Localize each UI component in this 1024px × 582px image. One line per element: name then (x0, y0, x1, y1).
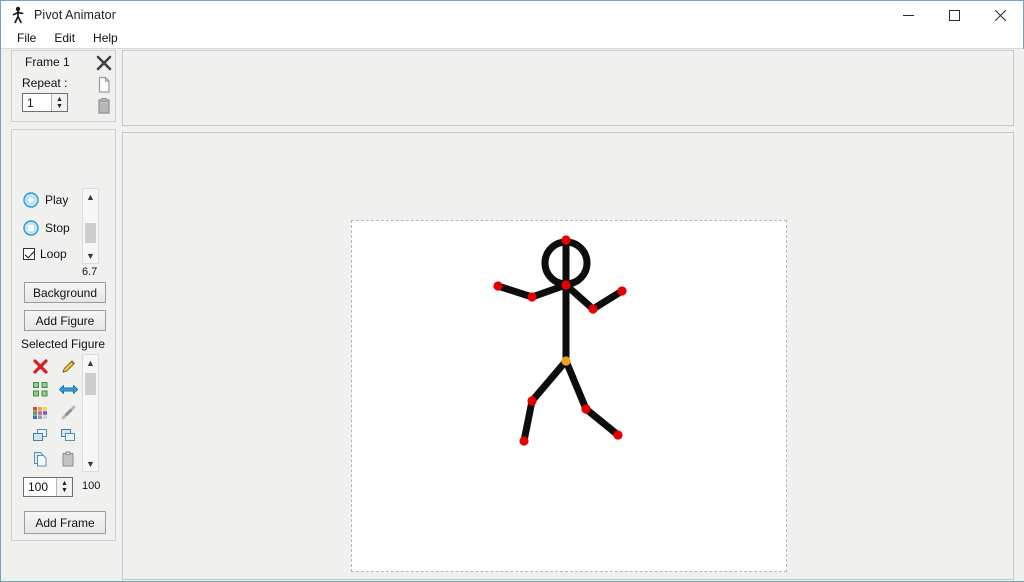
chevron-up-icon: ▲ (61, 480, 68, 487)
paste-figure-icon[interactable] (54, 447, 82, 470)
chevron-down-icon: ▼ (56, 102, 63, 110)
chevron-down-icon[interactable]: ▼ (83, 248, 98, 263)
window-controls (885, 1, 1023, 29)
checkbox-checked-icon (23, 248, 35, 260)
selected-figure-label: Selected Figure (21, 337, 106, 351)
speed-value: 6.7 (82, 266, 98, 278)
figure-bone (582, 405, 622, 439)
loop-checkbox[interactable]: Loop (23, 247, 67, 261)
chevron-down-icon: ▼ (61, 487, 68, 494)
frame-label: Frame 1 (25, 55, 70, 69)
figure-scale-input[interactable] (24, 479, 56, 495)
control-panel: Play Stop Loop ▲ ▼ 6.7 Background Add Fi… (11, 129, 116, 541)
figure-bone (562, 281, 597, 313)
chevron-down-icon[interactable]: ▼ (83, 456, 98, 471)
figure-scale-stepper[interactable]: ▲ ▼ (23, 477, 73, 497)
app-window: Pivot Animator File Edit Help Frame 1 Re… (0, 0, 1024, 582)
figure-bone (589, 287, 626, 313)
speed-scrollbar[interactable]: ▲ ▼ (82, 188, 99, 264)
send-to-back-icon[interactable] (54, 424, 82, 447)
stop-button[interactable]: Stop (23, 220, 70, 236)
stop-label: Stop (45, 221, 70, 235)
main-body: Frame 1 Repeat : ▲ ▼ (2, 49, 1024, 581)
delete-figure-icon[interactable] (26, 355, 54, 378)
frame-panel: Frame 1 Repeat : ▲ ▼ (11, 50, 116, 122)
minimize-button[interactable] (885, 1, 931, 29)
animation-stage[interactable] (351, 220, 787, 572)
title-bar: Pivot Animator (1, 1, 1023, 29)
figure-joint-left-foot[interactable] (519, 436, 529, 446)
figure-joint-left-knee[interactable] (527, 396, 537, 406)
bring-to-front-icon[interactable] (26, 424, 54, 447)
stop-circle-icon (23, 220, 39, 236)
window-title: Pivot Animator (34, 8, 116, 22)
figure-scale-scrollbar[interactable]: ▲ ▼ (82, 354, 99, 472)
add-figure-button[interactable]: Add Figure (24, 310, 106, 331)
figure-scale-readout: 100 (82, 480, 101, 492)
chevron-up-icon: ▲ (56, 95, 63, 103)
figure-bone (520, 397, 536, 445)
chevron-up-icon[interactable]: ▲ (83, 189, 98, 204)
background-button[interactable]: Background (24, 282, 106, 303)
figure-joint-neck[interactable] (561, 280, 571, 290)
menu-edit[interactable]: Edit (45, 29, 84, 48)
figure-joint-right-hand[interactable] (617, 286, 627, 296)
close-button[interactable] (977, 1, 1023, 29)
canvas-region[interactable] (122, 132, 1014, 580)
paste-frame-icon[interactable] (96, 97, 112, 115)
menu-bar: File Edit Help (1, 29, 1023, 49)
figure-bone (562, 357, 590, 413)
add-frame-button[interactable]: Add Frame (24, 511, 106, 534)
menu-file[interactable]: File (8, 29, 45, 48)
figure-joint-right-foot[interactable] (613, 430, 623, 440)
flip-figure-icon[interactable] (54, 378, 82, 401)
figure-bone (494, 282, 536, 301)
figure-joint-right-knee[interactable] (581, 404, 591, 414)
figure-color-icon[interactable] (26, 401, 54, 424)
copy-frame-icon[interactable] (96, 76, 112, 94)
figure-joint-left-hand[interactable] (493, 281, 503, 291)
duplicate-figure-icon[interactable] (26, 378, 54, 401)
maximize-button[interactable] (931, 1, 977, 29)
figure-scale-stepper-arrows[interactable]: ▲ ▼ (56, 478, 72, 496)
stickman-icon (10, 6, 26, 24)
edit-figure-icon[interactable] (54, 355, 82, 378)
repeat-stepper-arrows[interactable]: ▲ ▼ (51, 94, 67, 111)
repeat-input[interactable] (23, 94, 51, 111)
segment-tool-icon[interactable] (54, 401, 82, 424)
repeat-stepper[interactable]: ▲ ▼ (22, 93, 68, 112)
play-label: Play (45, 193, 69, 207)
play-circle-icon (23, 192, 39, 208)
timeline-strip[interactable] (122, 50, 1014, 126)
figure-joint-right-elbow[interactable] (588, 304, 598, 314)
stick-figure[interactable] (352, 221, 788, 573)
scrollbar-thumb[interactable] (85, 373, 96, 395)
scrollbar-thumb[interactable] (85, 223, 96, 243)
copy-figure-icon[interactable] (26, 447, 54, 470)
red-x-delete-icon[interactable] (95, 54, 113, 72)
play-button[interactable]: Play (23, 192, 68, 208)
loop-label: Loop (40, 247, 67, 261)
figure-joint-hip[interactable] (561, 356, 571, 366)
figure-bone (528, 357, 570, 405)
figure-joint-head-top[interactable] (561, 235, 571, 245)
figure-tool-grid (26, 355, 82, 470)
repeat-label: Repeat : (22, 76, 68, 90)
menu-help[interactable]: Help (84, 29, 127, 48)
figure-joint-left-elbow[interactable] (527, 292, 537, 302)
chevron-up-icon[interactable]: ▲ (83, 355, 98, 370)
